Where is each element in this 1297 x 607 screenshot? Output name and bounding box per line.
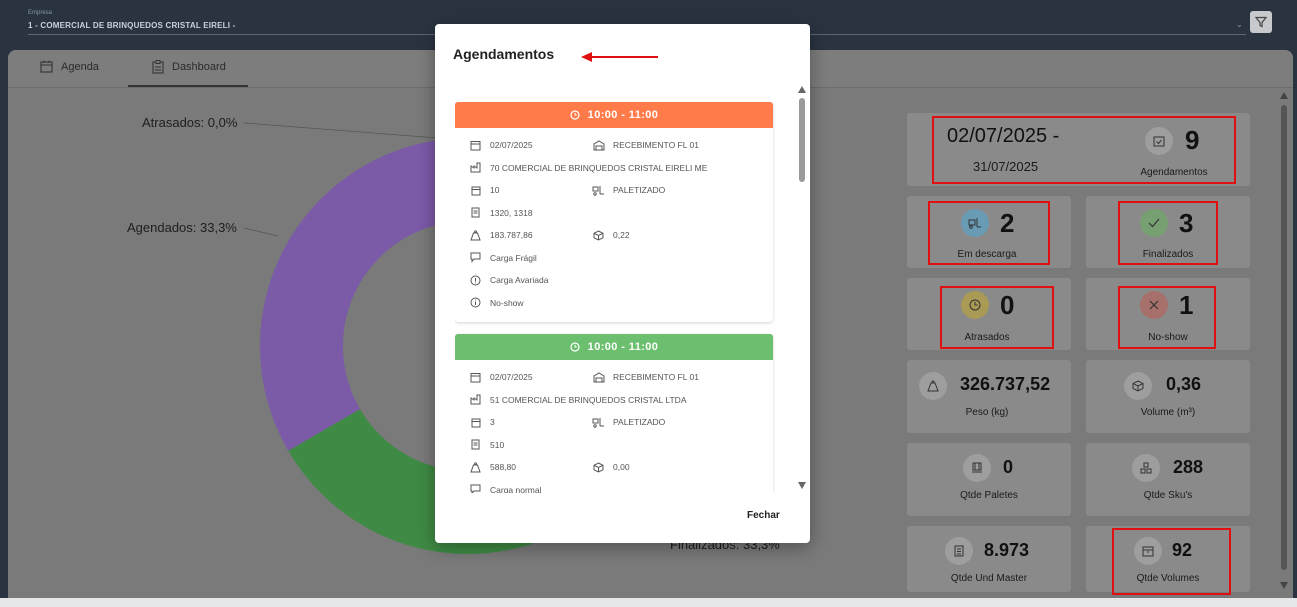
paletes-value: 0: [1003, 457, 1014, 477]
info-icon: [469, 296, 482, 309]
skus-card: 288 Qtde Sku's: [1086, 443, 1250, 516]
modal-title: Agendamentos: [453, 46, 555, 62]
warehouse-icon: [592, 139, 605, 152]
appointment-note: Carga normal: [490, 484, 542, 493]
close-button[interactable]: Fechar: [747, 510, 780, 521]
factory-icon: [469, 161, 482, 174]
highlight-box: [1118, 201, 1218, 265]
appointment-load-type: PALETIZADO: [613, 417, 666, 428]
highlight-box: [1112, 528, 1231, 595]
appointment-supplier: 51 COMERCIAL DE BRINQUEDOS CRISTAL LTDA: [490, 394, 687, 405]
appointment-load-type: PALETIZADO: [613, 185, 666, 196]
package-icon: [469, 184, 482, 197]
appointment-qty: 3: [490, 417, 495, 428]
appointment-docs: 1320, 1318: [490, 207, 533, 218]
clock-icon: [570, 110, 580, 120]
appointment-qty: 10: [490, 185, 500, 196]
appointment-volume: 0,22: [613, 230, 630, 241]
chart-leader-lines: [243, 122, 439, 237]
appointment-list: 10:00 - 11:00 02/07/2025 RECEBIMENTO FL …: [455, 102, 775, 493]
boxes-icon: [1132, 454, 1160, 482]
appointment-docs: 510: [490, 439, 505, 450]
volume-label: Volume (m³): [1140, 407, 1196, 418]
highlight-box: [940, 286, 1054, 349]
clock-icon: [570, 342, 580, 352]
page-scrollbar[interactable]: [1279, 88, 1289, 593]
peso-card: 326.737,52 Peso (kg): [907, 360, 1071, 433]
volume-card: 0,36 Volume (m³): [1086, 360, 1250, 433]
box-stack-icon: [945, 537, 973, 565]
cube-icon: [592, 461, 605, 474]
highlight-box: [1118, 286, 1216, 349]
company-select[interactable]: 1 - COMERCIAL DE BRINQUEDOS CRISTAL EIRE…: [28, 21, 235, 30]
agendamentos-modal: Agendamentos 10:00 - 11:00 02/07/2025 RE…: [435, 24, 810, 543]
calendar-icon: [469, 371, 482, 384]
document-icon: [469, 206, 482, 219]
filter-icon: [1255, 16, 1267, 28]
calendar-icon: [469, 139, 482, 152]
appointment-date: 02/07/2025: [490, 140, 533, 151]
appointment-note: Carga Frágil: [490, 252, 537, 263]
paletes-card: 0 Qtde Paletes: [907, 443, 1071, 516]
cube-icon: [592, 229, 605, 242]
appointment-dock: RECEBIMENTO FL 01: [613, 140, 699, 151]
highlight-box: [928, 201, 1050, 265]
appointment-time: 10:00 - 11:00: [587, 341, 659, 353]
cube-icon: [1124, 372, 1152, 400]
appointment-note: Carga Avariada: [490, 275, 549, 286]
document-icon: [469, 438, 482, 451]
peso-value: 326.737,52: [960, 374, 1051, 394]
und-master-label: Qtde Und Master: [950, 573, 1028, 584]
weight-icon: [919, 372, 947, 400]
weight-icon: [469, 461, 482, 474]
filter-button[interactable]: [1250, 11, 1272, 33]
paletes-label: Qtde Paletes: [960, 490, 1018, 501]
und-master-value: 8.973: [984, 540, 1030, 560]
appointment-card[interactable]: 10:00 - 11:00 02/07/2025 RECEBIMENTO FL …: [455, 102, 773, 322]
skus-label: Qtde Sku's: [1143, 490, 1193, 501]
comment-icon: [469, 483, 482, 493]
peso-label: Peso (kg): [965, 407, 1009, 418]
appointment-dock: RECEBIMENTO FL 01: [613, 372, 699, 383]
weight-icon: [469, 229, 482, 242]
appointment-date: 02/07/2025: [490, 372, 533, 383]
factory-icon: [469, 393, 482, 406]
appointment-volume: 0,00: [613, 462, 630, 473]
forklift-icon: [592, 416, 605, 429]
appointment-time-header: 10:00 - 11:00: [455, 334, 773, 360]
pallet-icon: [963, 454, 991, 482]
und-master-card: 8.973 Qtde Und Master: [907, 526, 1071, 592]
appointment-note: No-show: [490, 297, 524, 308]
company-field-label: Empresa: [28, 10, 53, 16]
highlight-box: [932, 116, 1236, 184]
bottom-strip: [0, 598, 1297, 607]
appointment-weight: 588,80: [490, 462, 516, 473]
package-icon: [469, 416, 482, 429]
appointment-card[interactable]: 10:00 - 11:00 02/07/2025 RECEBIMENTO FL …: [455, 334, 773, 493]
appointment-supplier: 70 COMERCIAL DE BRINQUEDOS CRISTAL EIREL…: [490, 162, 708, 173]
red-arrow-annotation: [581, 52, 658, 62]
appointment-time-header: 10:00 - 11:00: [455, 102, 773, 128]
chevron-down-icon[interactable]: ⌄: [1236, 20, 1243, 29]
volume-value: 0,36: [1166, 374, 1202, 394]
skus-value: 288: [1173, 457, 1204, 477]
comment-icon: [469, 251, 482, 264]
warehouse-icon: [592, 371, 605, 384]
modal-scrollbar[interactable]: [797, 84, 807, 494]
forklift-icon: [592, 184, 605, 197]
appointment-weight: 183.787,86: [490, 230, 533, 241]
info-icon: [469, 274, 482, 287]
appointment-time: 10:00 - 11:00: [587, 109, 659, 121]
